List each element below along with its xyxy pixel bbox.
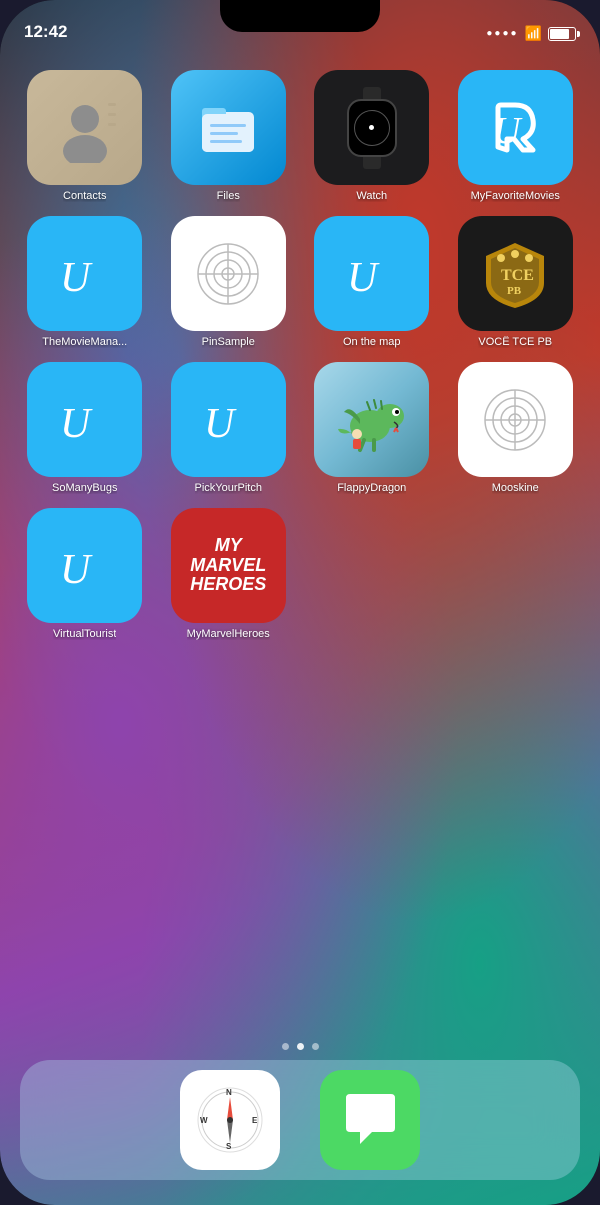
virtualtourist-icon-svg: U [52,533,117,598]
app-myfavoritemovies[interactable]: U MyFavoriteMovies [449,70,583,202]
safari-icon-svg: N S E W [195,1085,265,1155]
files-label: Files [217,190,240,202]
app-onthemap[interactable]: U On the map [305,216,439,348]
flappydragon-icon-svg [332,384,412,456]
page-dot-1 [282,1043,289,1050]
app-contacts[interactable]: Contacts [18,70,152,202]
svg-text:S: S [226,1142,232,1151]
watch-icon-inner [347,87,397,169]
app-grid: Contacts Files [0,60,600,650]
pickyourpitch-label: PickYourPitch [195,482,262,494]
page-dots [0,1043,600,1050]
vocetcepb-label: VOCÊ TCE PB [478,336,552,348]
page-dot-3 [312,1043,319,1050]
contacts-label: Contacts [63,190,106,202]
messages-icon-svg [338,1088,403,1153]
svg-text:U: U [204,401,237,447]
pinsample-label: PinSample [202,336,255,348]
battery-icon [548,27,576,41]
contacts-icon-inner [50,93,120,163]
onthemap-icon-svg: U [339,241,404,306]
pinsample-icon-svg [192,238,264,310]
phone-frame: 12:42 ●●●● 📶 [0,0,600,1205]
app-themoviemanager[interactable]: U TheMovieMana... [18,216,152,348]
svg-text:E: E [252,1116,258,1125]
myfavoritemovies-icon-svg: U [483,95,548,160]
watch-label: Watch [356,190,387,202]
app-pinsample[interactable]: PinSample [162,216,296,348]
myfavoritemovies-label: MyFavoriteMovies [471,190,560,202]
themoviemanager-label: TheMovieMana... [42,336,127,348]
app-pickyourpitch[interactable]: U PickYourPitch [162,362,296,494]
notch [220,0,380,32]
wifi-icon: 📶 [525,25,542,42]
marvel-text: MYMARVELHEROES [190,536,266,595]
mooskine-icon-svg [479,384,551,456]
svg-text:U: U [60,547,93,593]
app-files[interactable]: Files [162,70,296,202]
svg-text:U: U [347,255,380,301]
svg-text:PB: PB [507,285,522,297]
dock-messages[interactable] [320,1070,420,1170]
flappydragon-label: FlappyDragon [337,482,406,494]
svg-text:U: U [493,110,523,152]
themoviemanager-icon-svg: U [52,241,117,306]
pickyourpitch-icon-svg: U [196,387,261,452]
page-dot-2 [297,1043,304,1050]
app-watch[interactable]: Watch [305,70,439,202]
somanybugs-label: SoManyBugs [52,482,117,494]
signal-icon: ●●●● [486,28,518,39]
app-vocetcepb[interactable]: TCE PB VOCÊ TCE PB [449,216,583,348]
virtualtourist-label: VirtualTourist [53,628,116,640]
app-somanybugs[interactable]: U SoManyBugs [18,362,152,494]
app-mooskine[interactable]: Mooskine [449,362,583,494]
dock-safari[interactable]: N S E W [180,1070,280,1170]
app-virtualtourist[interactable]: U VirtualTourist [18,508,152,640]
status-icons: ●●●● 📶 [486,25,576,42]
svg-text:U: U [60,255,93,301]
vocetcepb-icon-svg: TCE PB [479,238,551,310]
mooskine-label: Mooskine [492,482,539,494]
dock: N S E W [20,1060,580,1180]
svg-text:N: N [226,1088,232,1097]
app-flappydragon[interactable]: FlappyDragon [305,362,439,494]
onthemap-label: On the map [343,336,400,348]
files-icon-svg [192,92,264,164]
somanybugs-icon-svg: U [52,387,117,452]
status-time: 12:42 [24,22,67,42]
svg-text:U: U [60,401,93,447]
svg-text:TCE: TCE [501,267,534,284]
mymarvelheroes-label: MyMarvelHeroes [187,628,270,640]
svg-text:W: W [200,1116,208,1125]
app-mymarvelheroes[interactable]: MYMARVELHEROES MyMarvelHeroes [162,508,296,640]
